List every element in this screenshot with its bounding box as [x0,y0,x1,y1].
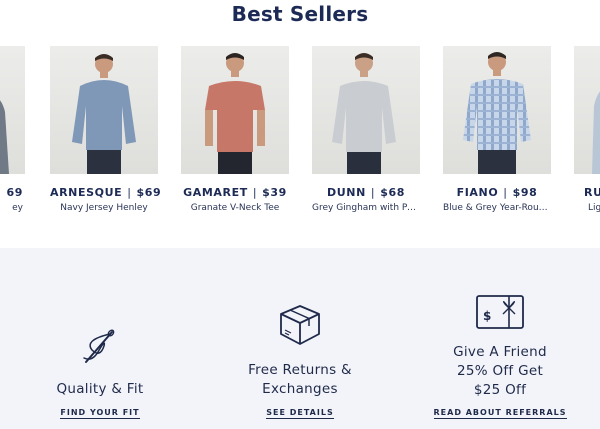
promo-section: Quality & Fit FIND YOUR FIT Free Returns… [0,248,600,429]
product-price: $39 [262,186,287,199]
product-image[interactable] [50,46,158,174]
promo-referral: $ Give A Friend 25% Off Get $25 Off READ… [400,248,600,429]
needle-thread-icon [83,329,115,363]
product-name: FIANO [456,186,499,199]
product-description: Navy Jersey Henley [60,203,148,213]
svg-text:$: $ [483,309,491,323]
product-description: Blue & Grey Year-Roun... [443,203,551,213]
product-description: Granate V-Neck Tee [190,203,280,213]
product-image[interactable] [312,46,420,174]
find-your-fit-link-text[interactable]: FIND YOUR FIT [60,408,140,419]
promo-quality-fit: Quality & Fit FIND YOUR FIT [0,248,200,429]
promo-free-returns: Free Returns & Exchanges SEE DETAILS [200,248,400,429]
promo-text: Free Returns & Exchanges [248,362,352,397]
product-name: ARNESQUE [50,186,123,199]
read-about-referrals-link: READ ABOUT REFERRALS [400,408,600,419]
page-title: Best Sellers [231,2,369,26]
product-price: $98 [512,186,538,199]
product-card[interactable]: 69 ey [0,46,25,213]
best-sellers-carousel[interactable]: 69 ey ARNESQUE|$69 Navy Jersey Henley [0,46,600,246]
product-price: 69 [6,186,23,199]
product-name: DUNN [327,186,366,199]
product-card[interactable]: DUNN | $68 Grey Gingham with Poi... [312,46,420,213]
product-price: $69 [136,186,162,199]
product-card[interactable]: ARNESQUE | $69 Navy Jersey Henley [50,46,161,213]
product-description: ey [12,203,23,213]
product-card[interactable]: FIANO | $98 Blue & Grey Year-Roun... [443,46,551,213]
promo-text: Quality & Fit [56,381,144,397]
product-price: $68 [380,186,405,199]
product-image[interactable] [181,46,289,174]
read-about-referrals-link-text[interactable]: READ ABOUT REFERRALS [433,408,567,419]
promo-text: Give A Friend 25% Off Get $25 Off [453,344,547,398]
product-name: GAMARET [183,186,248,199]
box-icon [280,305,320,345]
product-name: RU [584,186,600,199]
see-details-link-text[interactable]: SEE DETAILS [266,408,334,419]
see-details-link: SEE DETAILS [200,408,400,419]
gift-card-icon: $ [476,295,524,329]
product-card[interactable]: RU Light C [574,46,600,213]
product-image[interactable] [574,46,600,174]
product-image[interactable] [0,46,25,174]
product-description: Grey Gingham with Poi... [312,203,420,213]
product-image[interactable] [443,46,551,174]
product-description: Light C [588,203,600,213]
find-your-fit-link: FIND YOUR FIT [0,408,200,419]
product-card[interactable]: GAMARET | $39 Granate V-Neck Tee [181,46,289,213]
